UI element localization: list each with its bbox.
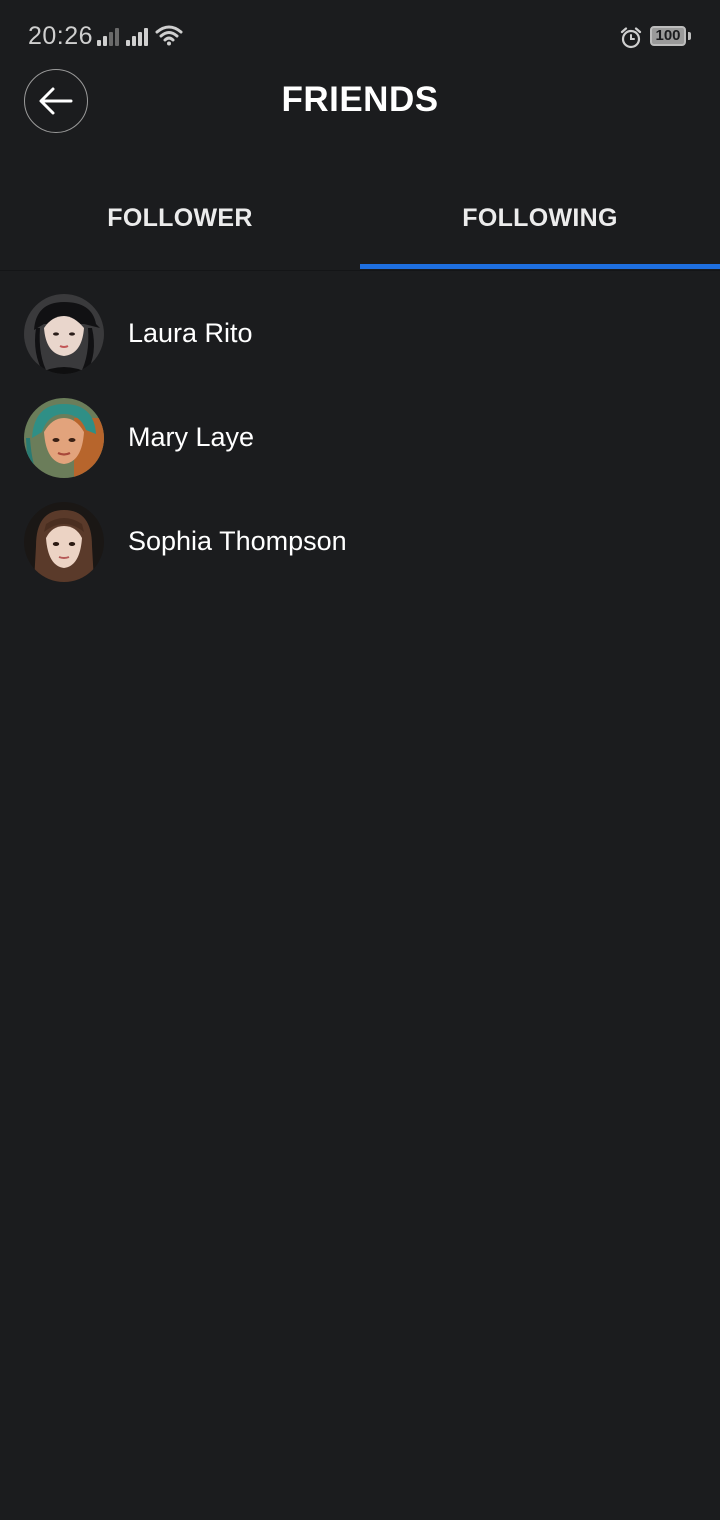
friends-list: Laura Rito Mary Laye Sophia Thompson <box>0 282 720 594</box>
list-item[interactable]: Laura Rito <box>0 282 720 386</box>
list-item[interactable]: Mary Laye <box>0 386 720 490</box>
signal-2-icon <box>126 26 150 46</box>
avatar[interactable] <box>24 398 104 478</box>
tab-follower[interactable]: FOLLOWER <box>0 168 360 268</box>
list-item[interactable]: Sophia Thompson <box>0 490 720 594</box>
friend-name: Laura Rito <box>128 318 253 348</box>
tab-bar: FOLLOWER FOLLOWING <box>0 168 720 271</box>
alarm-icon <box>620 27 642 49</box>
wifi-icon <box>155 25 183 46</box>
friend-name: Mary Laye <box>128 422 255 452</box>
tab-following[interactable]: FOLLOWING <box>360 168 720 268</box>
avatar[interactable] <box>24 502 104 582</box>
battery-level: 100 <box>655 27 681 44</box>
status-time: 20:26 <box>28 22 94 50</box>
avatar[interactable] <box>24 294 104 374</box>
battery-nub <box>688 32 691 40</box>
page-title: FRIENDS <box>281 80 439 119</box>
battery-icon: 100 <box>650 26 686 46</box>
signal-1-icon <box>97 26 121 46</box>
active-tab-indicator <box>360 264 720 269</box>
status-bar: 20:26 100 <box>0 0 720 72</box>
friend-name: Sophia Thompson <box>128 526 347 556</box>
